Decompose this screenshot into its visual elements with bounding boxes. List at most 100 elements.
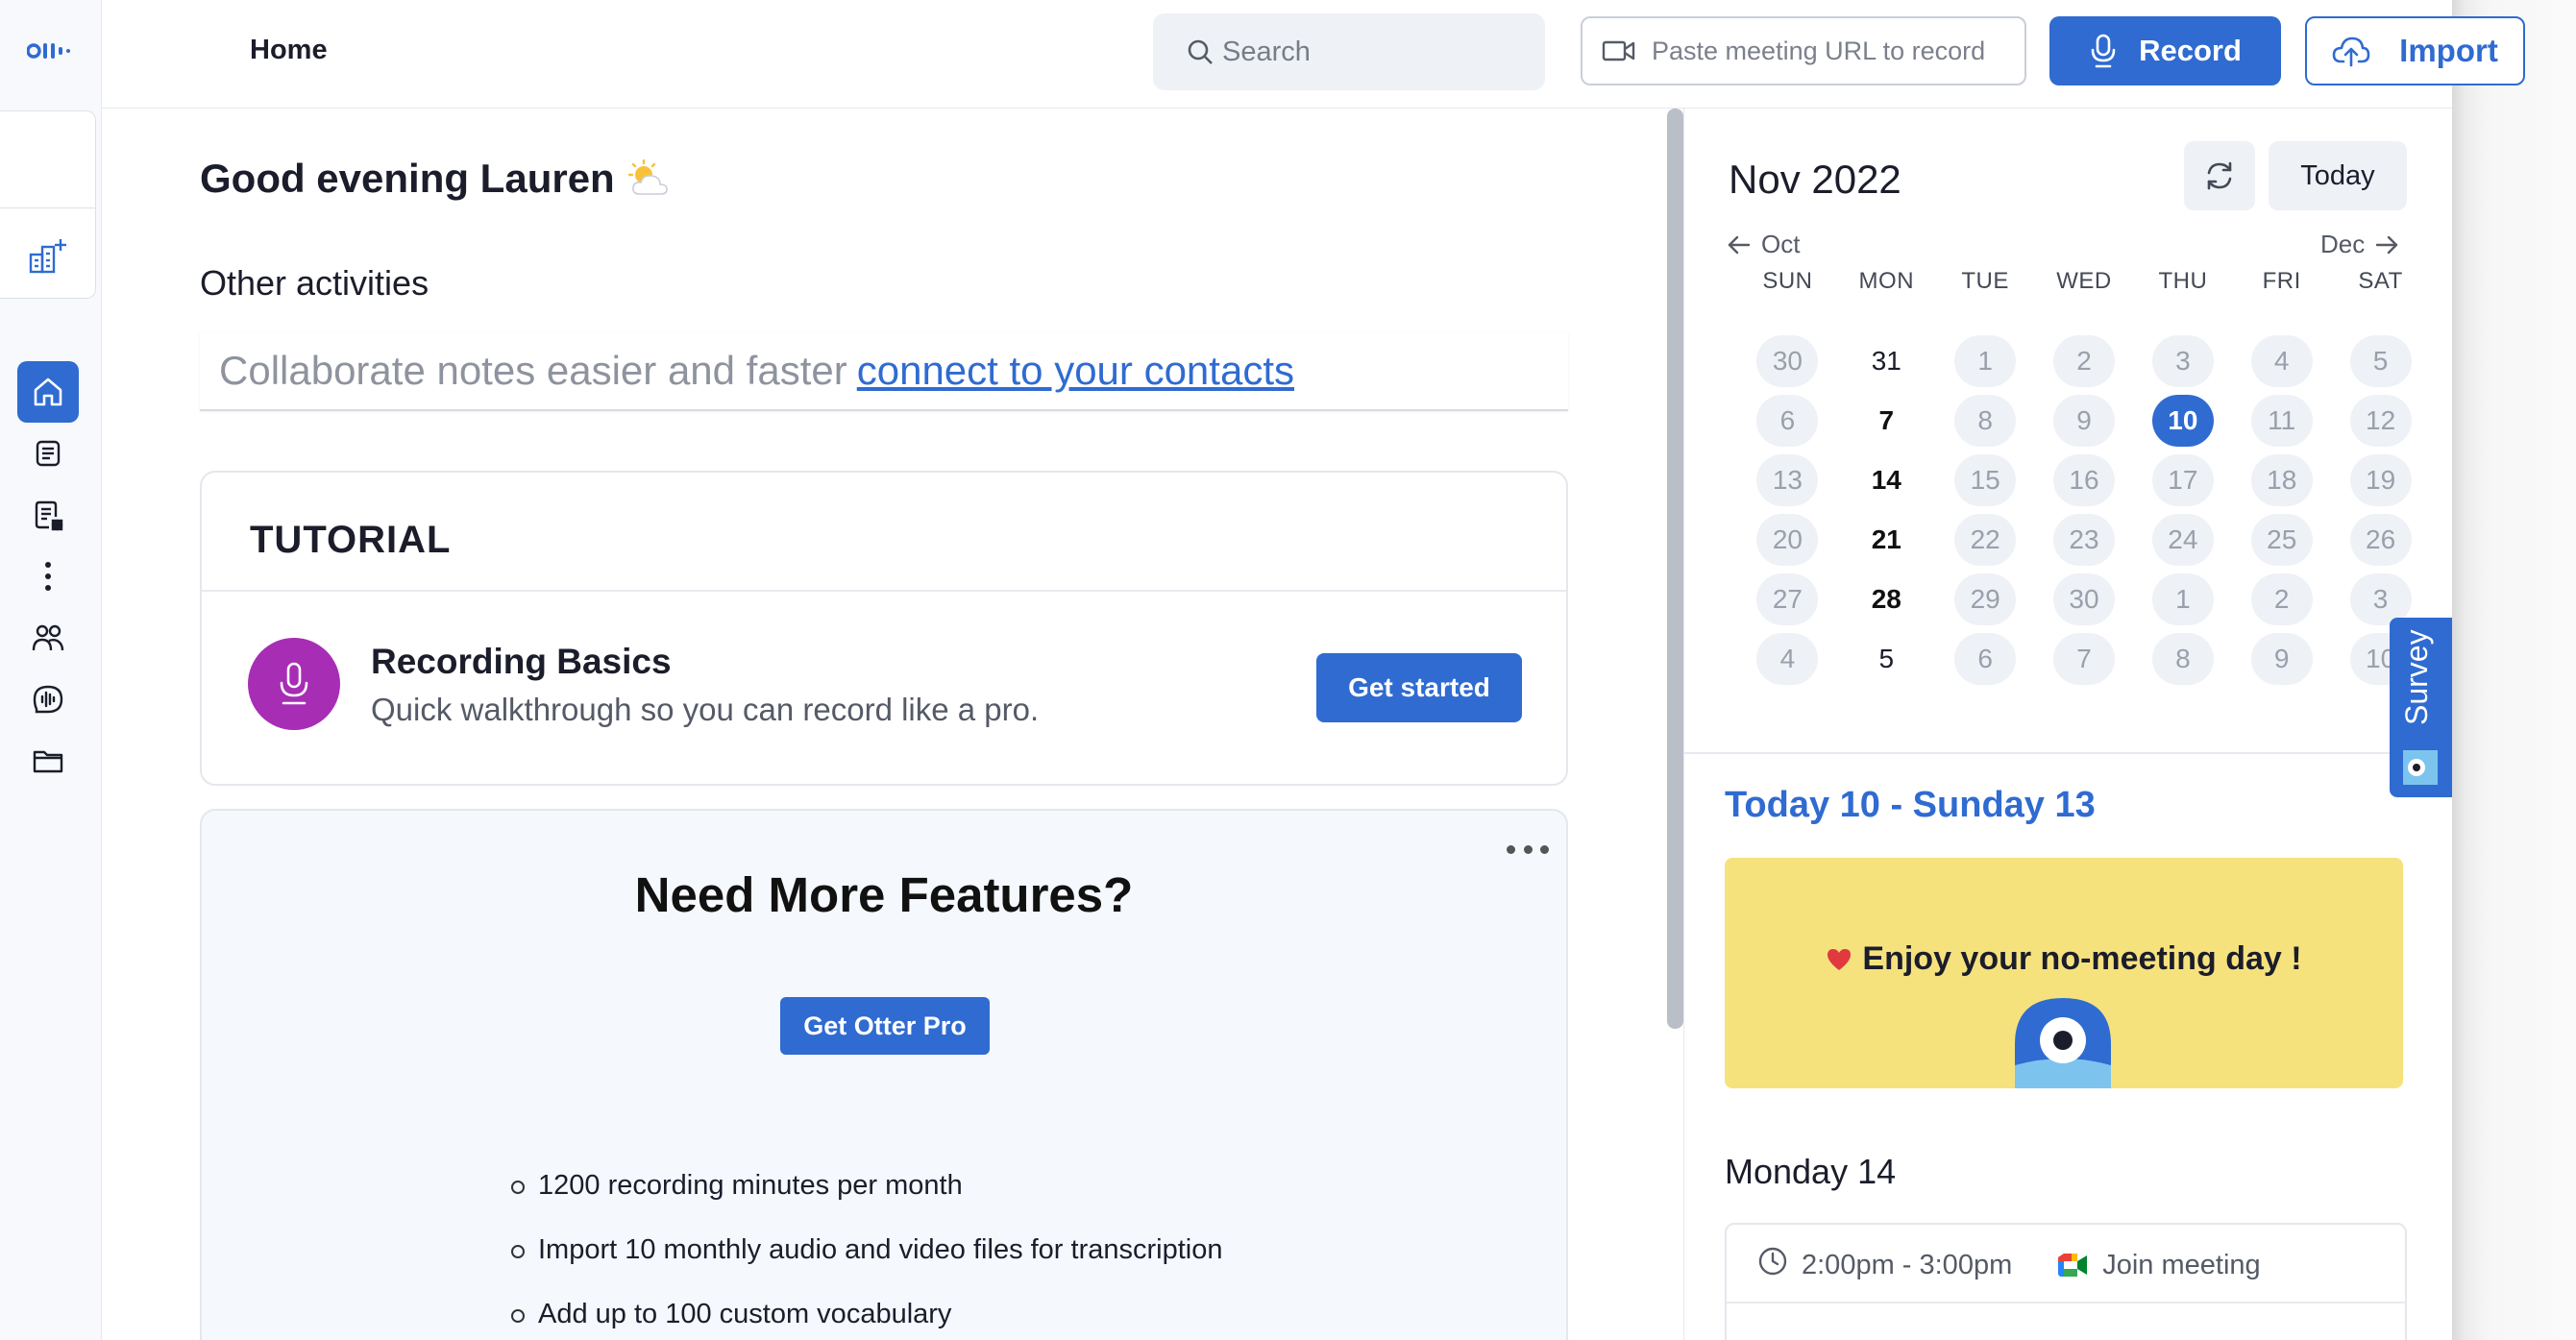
section-heading-other-activities: Other activities (200, 263, 429, 303)
calendar-day[interactable]: 23 (2035, 510, 2134, 570)
search-input[interactable] (1222, 36, 1530, 68)
calendar-day[interactable]: 7 (1837, 391, 1936, 451)
meeting-url-input[interactable] (1652, 36, 2017, 66)
video-camera-icon (1602, 40, 1635, 61)
calendar-day[interactable]: 1 (2133, 570, 2232, 629)
calendar-day[interactable]: 18 (2232, 451, 2331, 510)
calendar-day-number: 4 (2250, 335, 2313, 387)
audio-wave-icon (33, 685, 63, 714)
sidebar-item-folders[interactable] (17, 730, 79, 792)
add-workspace-button[interactable] (23, 231, 73, 280)
calendar-day[interactable]: 30 (1738, 331, 1837, 391)
notes-icon (36, 440, 61, 467)
weekday-label: FRI (2262, 268, 2301, 294)
sidebar-item-notes[interactable] (17, 423, 79, 484)
calendar-day[interactable]: 9 (2232, 629, 2331, 689)
calendar-week-row: 13 14 15 16 17 18 19 (1738, 451, 2430, 510)
calendar-day-number: 27 (1756, 573, 1819, 625)
connect-contacts-link[interactable]: connect to your contacts (857, 348, 1294, 394)
calendar-day[interactable]: 12 (2331, 391, 2430, 451)
calendar-day[interactable]: 31 (1837, 331, 1936, 391)
weekday-label: SAT (2358, 268, 2403, 294)
weekday-label: SUN (1762, 268, 1813, 294)
otter-mascot-icon (2015, 998, 2111, 1088)
calendar-day-number: 6 (1756, 395, 1819, 447)
calendar-day[interactable]: 8 (1936, 391, 2035, 451)
calendar-week-row: 6 7 8 9 10 11 12 (1738, 391, 2430, 451)
calendar-day-number: 21 (1871, 524, 1901, 554)
calendar-day[interactable]: 4 (2232, 331, 2331, 391)
get-otter-pro-button[interactable]: Get Otter Pro (780, 997, 990, 1055)
calendar-day-number: 1 (2151, 573, 2214, 625)
collaborate-banner: Collaborate notes easier and faster conn… (200, 332, 1568, 411)
record-button[interactable]: Record (2049, 16, 2281, 85)
meeting-card[interactable]: 2:00pm - 3:00pm Join meeting (1725, 1223, 2407, 1340)
calendar-day[interactable]: 22 (1936, 510, 2035, 570)
scrollbar-thumb[interactable] (1667, 109, 1683, 1029)
calendar-day[interactable]: 4 (1738, 629, 1837, 689)
sun-cloud-icon (627, 159, 668, 195)
calendar-day[interactable]: 5 (1837, 629, 1936, 689)
calendar-day[interactable]: 29 (1936, 570, 2035, 629)
calendar-day-number: 1 (1954, 335, 2017, 387)
calendar-day[interactable]: 15 (1936, 451, 2035, 510)
refresh-button[interactable] (2184, 141, 2255, 210)
survey-tab[interactable]: Survey (2390, 618, 2452, 797)
calendar-day[interactable]: 1 (1936, 331, 2035, 391)
tutorial-description: Quick walkthrough so you can record like… (371, 692, 1040, 727)
calendar-day[interactable]: 11 (2232, 391, 2331, 451)
next-month-button[interactable]: Dec (2320, 230, 2399, 259)
calendar-day[interactable]: 26 (2331, 510, 2430, 570)
calendar-day[interactable]: 5 (2331, 331, 2430, 391)
calendar-day-number: 24 (2151, 514, 2214, 566)
sidebar-item-my-conversations[interactable] (17, 484, 79, 546)
calendar-day[interactable]: 6 (1738, 391, 1837, 451)
calendar-day[interactable]: 27 (1738, 570, 1837, 629)
calendar-day[interactable]: 2 (2232, 570, 2331, 629)
calendar-day[interactable]: 19 (2331, 451, 2430, 510)
tutorial-title: Recording Basics (371, 642, 672, 681)
top-bar: Home Record Import (102, 0, 2525, 109)
calendar-day-selected[interactable]: 10 (2133, 391, 2232, 451)
calendar-day-number: 9 (2053, 395, 2115, 447)
calendar-day[interactable]: 24 (2133, 510, 2232, 570)
calendar-day[interactable]: 3 (2133, 331, 2232, 391)
calendar-day[interactable]: 17 (2133, 451, 2232, 510)
calendar-day[interactable]: 8 (2133, 629, 2232, 689)
calendar-day[interactable]: 7 (2035, 629, 2134, 689)
more-options-button[interactable] (1507, 840, 1549, 859)
calendar-day[interactable]: 28 (1837, 570, 1936, 629)
dot-icon (1540, 844, 1549, 854)
calendar-day[interactable]: 20 (1738, 510, 1837, 570)
calendar-day[interactable]: 6 (1936, 629, 2035, 689)
calendar-day[interactable]: 13 (1738, 451, 1837, 510)
calendar-day[interactable]: 21 (1837, 510, 1936, 570)
calendar-day-number: 8 (1954, 395, 2017, 447)
weekday-label: WED (2056, 268, 2112, 294)
search-box[interactable] (1153, 13, 1545, 90)
refresh-icon (2207, 161, 2232, 190)
meeting-url-box[interactable] (1581, 16, 2026, 85)
join-meeting-link[interactable]: Join meeting (2102, 1250, 2260, 1281)
import-button[interactable]: Import (2305, 16, 2525, 85)
otter-logo[interactable] (27, 38, 77, 63)
divider (1684, 752, 2452, 754)
previous-month-button[interactable]: Oct (1727, 230, 1800, 259)
calendar-day[interactable]: 14 (1837, 451, 1936, 510)
weekday-label: THU (2158, 268, 2208, 294)
calendar-day[interactable]: 30 (2035, 570, 2134, 629)
sidebar-item-home[interactable] (17, 361, 79, 423)
sidebar-item-otter-apps[interactable] (17, 669, 79, 730)
calendar-day[interactable]: 16 (2035, 451, 2134, 510)
get-started-button[interactable]: Get started (1316, 653, 1522, 722)
calendar-day-number: 20 (1756, 514, 1819, 566)
calendar-day[interactable]: 2 (2035, 331, 2134, 391)
no-meeting-message: Enjoy your no-meeting day ! (1725, 940, 2403, 978)
arrow-right-icon (2376, 235, 2398, 254)
calendar-day[interactable]: 9 (2035, 391, 2134, 451)
sidebar-item-more[interactable] (17, 546, 79, 607)
tutorial-heading: TUTORIAL (250, 519, 452, 561)
sidebar-item-people[interactable] (17, 607, 79, 669)
today-button[interactable]: Today (2269, 141, 2407, 210)
calendar-day[interactable]: 25 (2232, 510, 2331, 570)
